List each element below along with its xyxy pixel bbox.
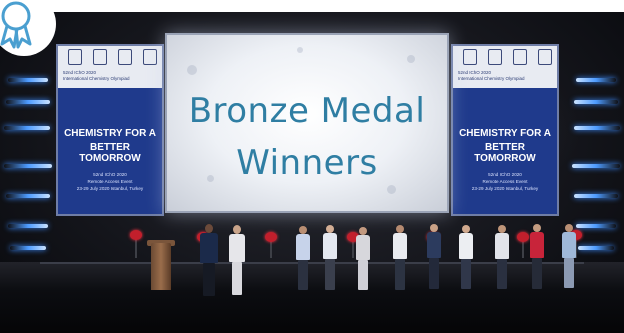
presenter-figure bbox=[200, 224, 218, 296]
side-screen-logo-band: 52nd IChO 2020 International Chemistry O… bbox=[58, 46, 162, 88]
main-screen-title-line1: Bronze Medal bbox=[188, 91, 426, 131]
side-screen-top-line2: International Chemistry Olympiad bbox=[63, 76, 130, 81]
molecule-logo-icons bbox=[62, 49, 162, 65]
medalist-figure bbox=[562, 224, 576, 288]
side-screen-footer3: 23-29 July 2020 Istanbul, Turkey bbox=[471, 186, 539, 191]
award-ribbon-icon bbox=[0, 0, 56, 56]
side-screen-footer3: 23-29 July 2020 Istanbul, Turkey bbox=[76, 186, 144, 191]
medalist-figure bbox=[459, 225, 473, 289]
podium bbox=[151, 243, 171, 290]
medalist-figure bbox=[495, 225, 509, 289]
medalist-figure bbox=[427, 224, 441, 289]
side-screen-headline1: CHEMISTRY FOR A bbox=[64, 128, 156, 139]
top-white-band bbox=[0, 0, 624, 12]
side-screen-headline2: BETTER TOMORROW bbox=[79, 142, 141, 164]
side-screen-footer1: 52nd IChO 2020 bbox=[488, 172, 522, 177]
side-screen-headline1: CHEMISTRY FOR A bbox=[459, 128, 551, 139]
left-side-screen: 52nd IChO 2020 International Chemistry O… bbox=[56, 44, 164, 216]
medalist-figure bbox=[229, 225, 245, 295]
medalist-figure bbox=[393, 225, 407, 290]
medalist-figure bbox=[356, 227, 370, 290]
side-screen-footer2: Remote Access Event bbox=[482, 179, 528, 184]
side-screen-logo-band: 52nd IChO 2020 International Chemistry O… bbox=[453, 46, 557, 88]
medalist-figure bbox=[296, 226, 310, 290]
side-screen-footer1: 52nd IChO 2020 bbox=[93, 172, 127, 177]
side-screen-top-line1: 52nd IChO 2020 bbox=[458, 70, 492, 75]
side-screen-headline2: BETTER TOMORROW bbox=[474, 142, 536, 164]
main-screen: Bronze Medal Winners bbox=[165, 33, 449, 213]
video-frame: 52nd IChO 2020 International Chemistry O… bbox=[0, 0, 624, 333]
medalist-figure bbox=[530, 224, 544, 289]
side-screen-top-line1: 52nd IChO 2020 bbox=[63, 70, 97, 75]
medalist-figure bbox=[323, 225, 337, 290]
main-screen-title-line2: Winners bbox=[236, 143, 378, 183]
side-screen-top-line2: International Chemistry Olympiad bbox=[458, 76, 525, 81]
side-screen-footer2: Remote Access Event bbox=[87, 179, 133, 184]
right-side-screen: 52nd IChO 2020 International Chemistry O… bbox=[451, 44, 559, 216]
molecule-logo-icons bbox=[457, 49, 557, 65]
left-light-bars bbox=[0, 78, 60, 258]
